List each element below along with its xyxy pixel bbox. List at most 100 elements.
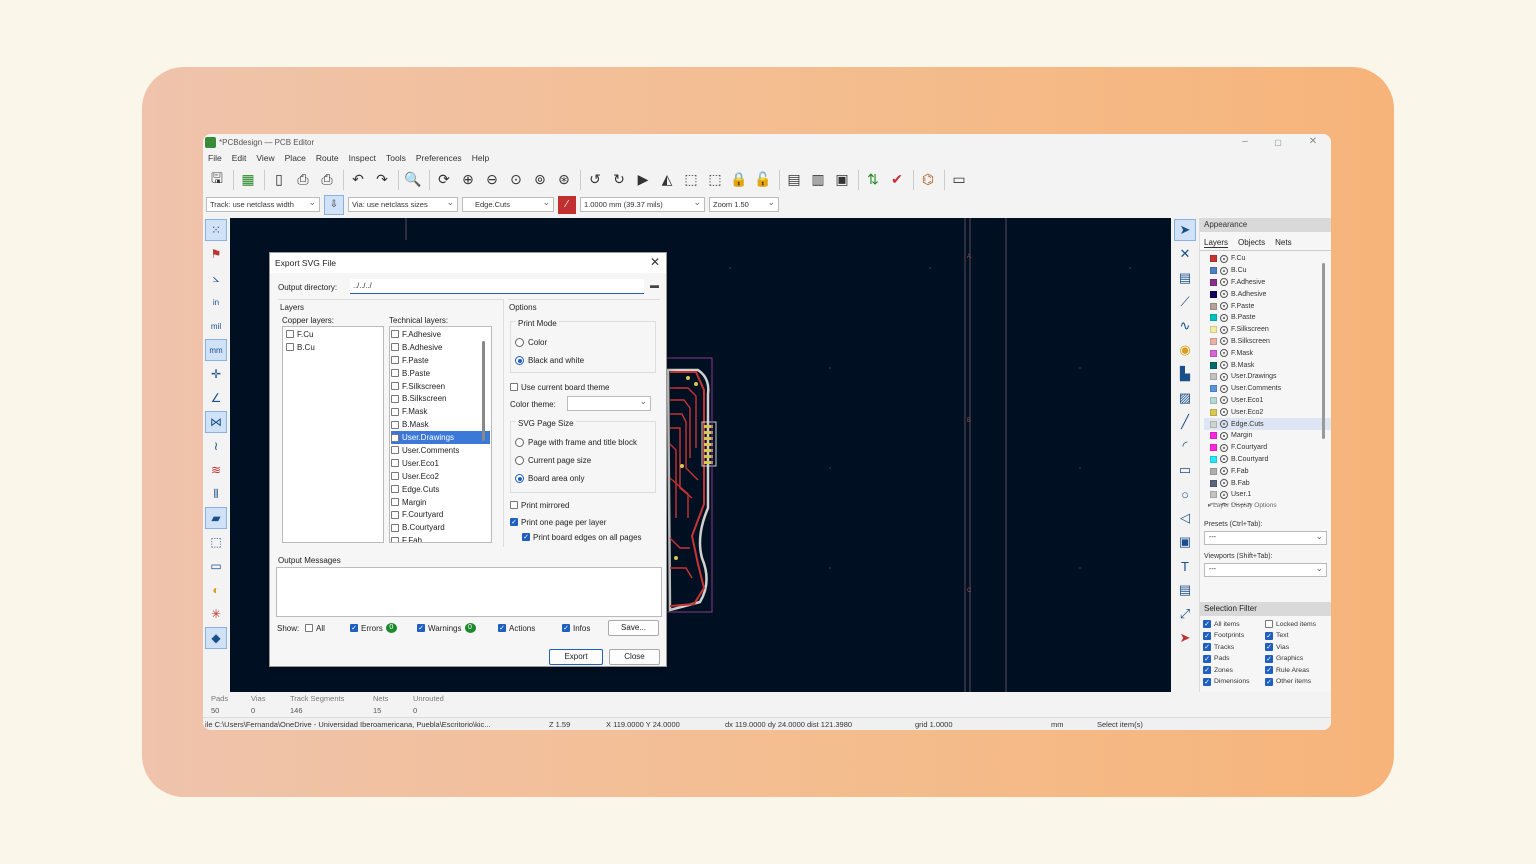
zoom-in-icon[interactable]: ⊕: [457, 169, 479, 191]
visibility-eye-icon[interactable]: [1220, 396, 1228, 405]
layer-checkbox[interactable]: [391, 394, 399, 403]
layer-checkbox-item[interactable]: Margin: [391, 496, 490, 509]
radio-current-page[interactable]: Current page size: [515, 456, 591, 465]
draw-line-icon[interactable]: ╱: [1174, 411, 1196, 433]
layer-checkbox[interactable]: [391, 343, 399, 352]
filter-infos-checkbox[interactable]: Infos: [562, 622, 590, 635]
layer-color-swatch[interactable]: [1210, 479, 1217, 487]
unlock-icon[interactable]: 🔓: [752, 169, 774, 191]
radio-color[interactable]: Color: [515, 338, 547, 347]
menu-inspect[interactable]: Inspect: [349, 151, 376, 166]
output-messages-area[interactable]: [276, 567, 662, 617]
selection-filter-item[interactable]: Graphics: [1265, 654, 1327, 664]
layer-row[interactable]: F.Fab: [1204, 465, 1331, 477]
layer-color-swatch[interactable]: [1210, 467, 1217, 475]
print-icon[interactable]: ⎙: [292, 169, 314, 191]
layer-color-swatch[interactable]: [1210, 314, 1217, 322]
via-size-select[interactable]: Via: use netclass sizes: [348, 196, 458, 212]
board-edges-checkbox[interactable]: Print board edges on all pages: [522, 531, 642, 544]
layer-color-swatch[interactable]: [1210, 326, 1217, 334]
selection-filter-checkbox[interactable]: [1203, 666, 1211, 674]
layer-checkbox[interactable]: [391, 472, 399, 481]
layer-checkbox-item[interactable]: B.Paste: [391, 367, 490, 380]
selection-filter-item[interactable]: All items: [1203, 619, 1265, 629]
layer-checkbox[interactable]: [391, 510, 399, 519]
zoom-objects-icon[interactable]: ⊚: [529, 169, 551, 191]
layer-checkbox-item[interactable]: F.Paste: [391, 354, 490, 367]
layer-checkbox[interactable]: [391, 446, 399, 455]
layer-row[interactable]: F.Courtyard: [1204, 442, 1331, 454]
layer-row[interactable]: User.2: [1204, 501, 1331, 505]
visibility-eye-icon[interactable]: [1220, 254, 1228, 263]
footprint-browser-icon[interactable]: ▥: [807, 169, 829, 191]
board-setup-icon[interactable]: ▦: [237, 169, 259, 191]
layer-color-swatch[interactable]: [1210, 432, 1217, 440]
units-mil-button[interactable]: mil: [205, 315, 227, 337]
footprint-editor-icon[interactable]: ▣: [831, 169, 853, 191]
layer-row[interactable]: F.Cu: [1204, 253, 1331, 265]
select-tool-icon[interactable]: ➤: [1174, 219, 1196, 241]
layer-checkbox[interactable]: [286, 330, 294, 339]
layer-color-swatch[interactable]: [1210, 361, 1217, 369]
delete-tool-icon[interactable]: ➤: [1174, 627, 1196, 649]
layer-checkbox[interactable]: [391, 407, 399, 416]
selection-filter-checkbox[interactable]: [1203, 643, 1211, 651]
layer-row[interactable]: B.Paste: [1204, 312, 1331, 324]
layer-checkbox[interactable]: [391, 523, 399, 532]
menu-place[interactable]: Place: [285, 151, 306, 166]
drc-markers-icon[interactable]: ⚑: [205, 243, 227, 265]
visibility-eye-icon[interactable]: [1220, 337, 1228, 346]
menu-route[interactable]: Route: [316, 151, 339, 166]
layer-row[interactable]: User.1: [1204, 489, 1331, 501]
layer-color-swatch[interactable]: [1210, 408, 1217, 416]
layer-checkbox-item[interactable]: B.Silkscreen: [391, 392, 490, 405]
layer-checkbox-item[interactable]: B.Cu: [286, 341, 380, 354]
visibility-eye-icon[interactable]: [1220, 313, 1228, 322]
tab-layers[interactable]: Layers: [1204, 238, 1229, 248]
layer-pair-icon[interactable]: ⁄: [558, 195, 576, 214]
layer-row[interactable]: F.Mask: [1204, 347, 1331, 359]
layer-color-swatch[interactable]: [1210, 290, 1217, 298]
layer-checkbox[interactable]: [391, 536, 399, 542]
layer-color-swatch[interactable]: [1210, 385, 1217, 393]
layer-color-swatch[interactable]: [1210, 503, 1217, 505]
layer-color-swatch[interactable]: [1210, 455, 1217, 463]
layer-checkbox-item[interactable]: User.Eco1: [391, 457, 490, 470]
layer-color-swatch[interactable]: [1210, 267, 1217, 275]
layer-checkbox-item[interactable]: User.Drawings: [391, 431, 490, 445]
layer-checkbox-item[interactable]: F.Mask: [391, 405, 490, 418]
layer-checkbox[interactable]: [391, 498, 399, 507]
layer-checkbox[interactable]: [391, 433, 399, 442]
one-page-per-layer-checkbox[interactable]: Print one page per layer: [510, 516, 606, 529]
selection-filter-checkbox[interactable]: [1265, 620, 1273, 628]
selection-filter-item[interactable]: Locked items: [1265, 619, 1327, 629]
layer-color-swatch[interactable]: [1210, 337, 1217, 345]
visibility-eye-icon[interactable]: [1220, 290, 1228, 299]
layer-checkbox-item[interactable]: B.Courtyard: [391, 521, 490, 534]
layer-row[interactable]: User.Eco1: [1204, 395, 1331, 407]
rotate-cw-icon[interactable]: ↻: [608, 169, 630, 191]
zoom-selection-icon[interactable]: ⊛: [553, 169, 575, 191]
draw-rectangle-icon[interactable]: ▭: [1174, 459, 1196, 481]
layer-color-swatch[interactable]: [1210, 349, 1217, 357]
layer-checkbox[interactable]: [391, 330, 399, 339]
draw-polygon-icon[interactable]: ◁: [1174, 507, 1196, 529]
visibility-eye-icon[interactable]: [1220, 361, 1228, 370]
visibility-eye-icon[interactable]: [1220, 408, 1228, 417]
rotate-ccw-icon[interactable]: ↺: [584, 169, 606, 191]
draw-arc-icon[interactable]: ◜: [1174, 435, 1196, 457]
layer-row[interactable]: B.Fab: [1204, 477, 1331, 489]
filter-warnings-checkbox[interactable]: Warnings0: [417, 622, 476, 635]
visibility-eye-icon[interactable]: [1220, 266, 1228, 275]
visibility-eye-icon[interactable]: [1220, 278, 1228, 287]
radio-board-area[interactable]: Board area only: [515, 474, 584, 483]
zoom-select[interactable]: Zoom 1.50: [709, 196, 779, 212]
menu-preferences[interactable]: Preferences: [416, 151, 462, 166]
draw-circle-icon[interactable]: ○: [1174, 483, 1196, 505]
layer-row[interactable]: B.Cu: [1204, 265, 1331, 277]
selection-filter-item[interactable]: Text: [1265, 631, 1327, 641]
layer-color-swatch[interactable]: [1210, 444, 1217, 452]
local-ratsnest-icon[interactable]: ✕: [1174, 243, 1196, 265]
layer-checkbox-item[interactable]: F.Courtyard: [391, 508, 490, 521]
menu-file[interactable]: File: [208, 151, 222, 166]
